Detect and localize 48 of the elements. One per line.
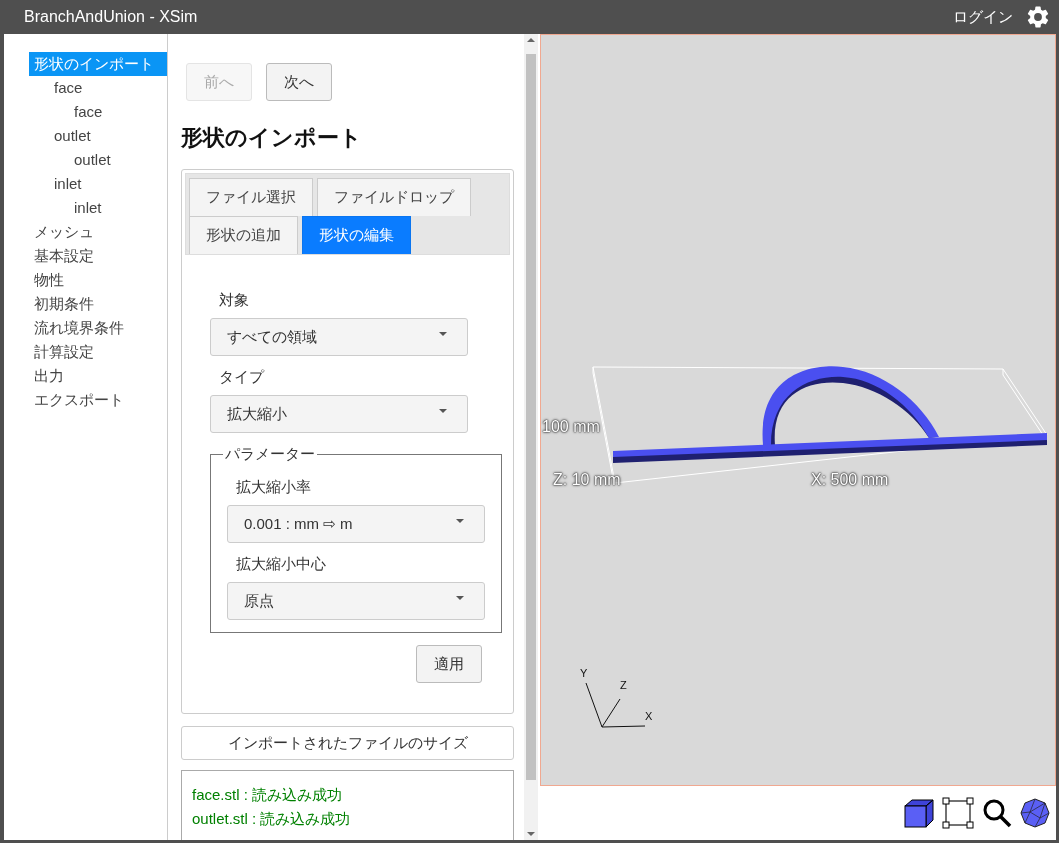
page-heading: 形状のインポート (181, 124, 363, 152)
field-label: 拡大縮小率 (236, 478, 312, 497)
tree-item[interactable]: outlet (69, 148, 167, 172)
tree-item[interactable]: inlet (49, 172, 167, 196)
dropdown[interactable]: 拡大縮小 (210, 395, 468, 433)
window-title: BranchAndUnion - XSim (24, 8, 199, 26)
next-button[interactable]: 次へ (266, 63, 332, 101)
tree-item[interactable]: 初期条件 (29, 292, 167, 316)
tab[interactable]: 形状の編集 (302, 216, 411, 254)
field-label: タイプ (219, 368, 266, 387)
axis-label: Y (580, 667, 588, 679)
tree-item[interactable]: エクスポート (29, 388, 167, 412)
cube-icon[interactable] (904, 798, 934, 828)
tree-item[interactable]: 基本設定 (29, 244, 167, 268)
dropdown[interactable]: 原点 (227, 582, 485, 620)
tree-item[interactable]: 出力 (29, 364, 167, 388)
dimension-label: Z: 10 mm (553, 471, 621, 489)
bounding-box-icon[interactable] (942, 797, 974, 829)
tree-item[interactable]: outlet (49, 124, 167, 148)
file-size-button[interactable]: インポートされたファイルのサイズ (181, 726, 514, 760)
axis-label: Z (620, 679, 627, 691)
tab[interactable]: ファイル選択 (189, 178, 313, 216)
login-link[interactable]: ログイン (953, 7, 1013, 27)
axis-label: X (645, 710, 653, 722)
dropdown[interactable]: すべての領域 (210, 318, 468, 356)
settings-icon[interactable] (1025, 4, 1051, 30)
scrollbar[interactable] (524, 34, 538, 840)
dimension-label: 100 mm (542, 418, 600, 436)
dropdown[interactable]: 0.001 : mm ⇨ m (227, 505, 485, 543)
tree-item[interactable]: face (69, 100, 167, 124)
field-label: 拡大縮小中心 (236, 555, 327, 574)
group-legend: パラメーター (223, 445, 317, 464)
tree-item[interactable]: メッシュ (29, 220, 167, 244)
log-line: face.stl : 読み込み成功 (192, 785, 344, 805)
tab[interactable]: ファイルドロップ (317, 178, 471, 216)
polyhedron-icon[interactable] (1020, 798, 1050, 828)
3d-viewport[interactable]: 100 mm Z: 10 mm X: 500 mm Y Z X (540, 34, 1056, 786)
log-line: outlet.stl : 読み込み成功 (192, 809, 352, 829)
tab[interactable]: 形状の追加 (189, 216, 298, 254)
search-icon[interactable] (982, 798, 1012, 828)
dimension-label: X: 500 mm (811, 471, 889, 489)
tree-item[interactable]: 計算設定 (29, 340, 167, 364)
apply-button[interactable]: 適用 (416, 645, 482, 683)
field-label: 対象 (219, 291, 250, 310)
tree-item[interactable]: 流れ境界条件 (29, 316, 167, 340)
tree-item[interactable]: inlet (69, 196, 167, 220)
tree-item[interactable]: 物性 (29, 268, 167, 292)
tree-item[interactable]: face (49, 76, 167, 100)
